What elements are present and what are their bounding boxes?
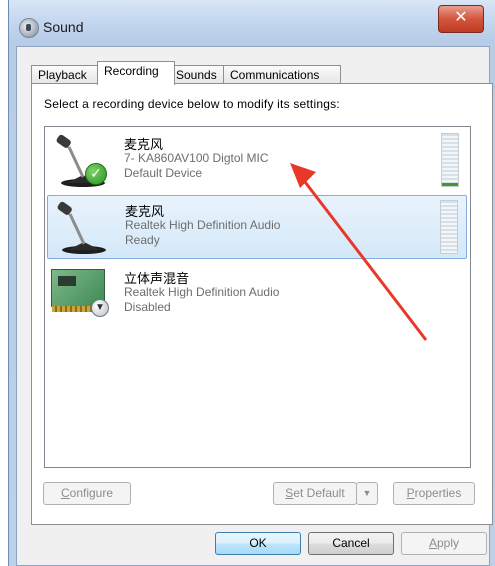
recording-device-list[interactable]: ✓ 麦克风 7- KA860AV100 Digtol MIC Default D… [44, 126, 471, 468]
level-meter [440, 200, 458, 254]
sound-dialog-window: Sound ✕ Playback Recording Sounds Commun… [8, 0, 495, 566]
cancel-button[interactable]: Cancel [308, 532, 394, 555]
tab-communications[interactable]: Communications [223, 65, 341, 84]
title-bar[interactable]: Sound ✕ [9, 0, 495, 42]
apply-accelerator: A [428, 536, 437, 550]
device-status: Disabled [124, 300, 171, 314]
properties-label: roperties [414, 486, 462, 500]
set-default-button[interactable]: Set Default [273, 482, 357, 505]
default-check-icon: ✓ [85, 163, 107, 185]
configure-label: onfigure [69, 486, 114, 500]
device-status: Default Device [124, 166, 203, 180]
microphone-icon [57, 201, 106, 254]
device-description: Realtek High Definition Audio [124, 285, 280, 299]
disabled-arrow-icon: ▼ [91, 299, 109, 317]
device-item[interactable]: ▼ 立体声混音 Realtek High Definition Audio Di… [47, 263, 467, 327]
properties-button[interactable]: Properties [393, 482, 475, 505]
tab-playback[interactable]: Playback [31, 65, 101, 84]
apply-label: pply [437, 536, 460, 550]
speaker-icon [19, 18, 39, 38]
level-meter [441, 133, 459, 187]
ok-button[interactable]: OK [215, 532, 301, 555]
recording-panel: Select a recording device below to modif… [31, 83, 493, 525]
instruction-text: Select a recording device below to modif… [44, 97, 340, 111]
configure-accelerator: C [60, 486, 70, 500]
device-status: Ready [125, 233, 160, 247]
close-button[interactable]: ✕ [438, 5, 484, 33]
dialog-client-area: Playback Recording Sounds Communications… [16, 46, 493, 566]
window-title: Sound [43, 19, 84, 35]
apply-button[interactable]: Apply [401, 532, 487, 555]
device-item-selected[interactable]: 麦克风 Realtek High Definition Audio Ready [47, 195, 467, 259]
tab-recording[interactable]: Recording [97, 61, 175, 85]
set-default-dropdown-button[interactable]: ▼ [356, 482, 378, 505]
device-description: Realtek High Definition Audio [125, 218, 281, 232]
tab-sounds[interactable]: Sounds [169, 65, 231, 84]
device-item[interactable]: ✓ 麦克风 7- KA860AV100 Digtol MIC Default D… [47, 129, 467, 193]
configure-button[interactable]: Configure [43, 482, 131, 505]
properties-accelerator: P [406, 486, 415, 500]
set-default-label: et Default [293, 486, 345, 500]
device-description: 7- KA860AV100 Digtol MIC [124, 151, 269, 165]
